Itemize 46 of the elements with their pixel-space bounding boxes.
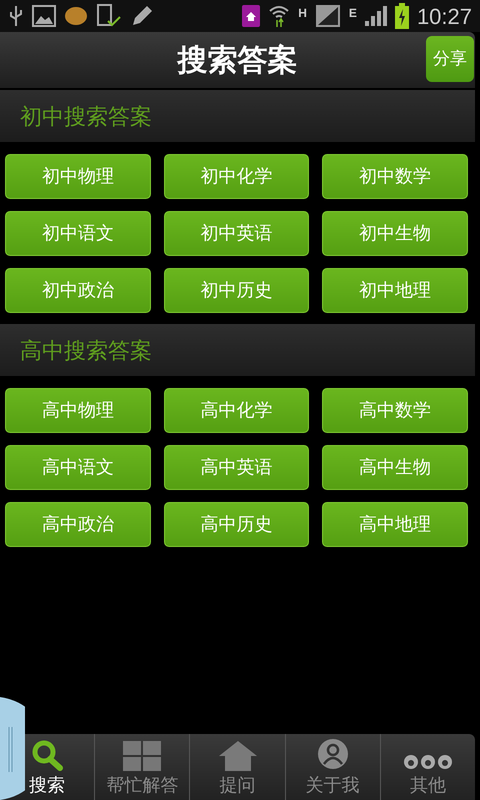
subject-button[interactable]: 高中物理 (5, 388, 151, 433)
nav-tab[interactable]: 关于我 (306, 738, 360, 796)
network-type: H (298, 5, 307, 22)
image-icon (32, 5, 56, 27)
subject-button[interactable]: 初中物理 (5, 154, 151, 199)
subject-button[interactable]: 初中化学 (164, 154, 310, 199)
grid-icon (122, 740, 162, 772)
subject-button[interactable]: 初中数学 (322, 154, 468, 199)
subject-button[interactable]: 初中语文 (5, 211, 151, 256)
home-app-icon (242, 5, 260, 27)
more-icon (402, 752, 453, 772)
drawer-handle-icon[interactable] (0, 697, 25, 800)
subject-button[interactable]: 高中语文 (5, 445, 151, 490)
battery-icon (394, 3, 409, 29)
subject-button[interactable]: 初中生物 (322, 211, 468, 256)
subject-button[interactable]: 初中历史 (164, 268, 310, 313)
subject-button[interactable]: 高中数学 (322, 388, 468, 433)
pencil-icon (130, 4, 154, 28)
person-icon (316, 738, 350, 772)
signal-icon (364, 6, 387, 26)
share-button[interactable]: 分享 (426, 36, 474, 82)
device-check-icon (96, 4, 122, 28)
search-icon (30, 738, 64, 772)
nav-tab[interactable]: 帮忙解答 (106, 740, 178, 796)
signal-box-icon (314, 4, 341, 28)
subject-button[interactable]: 初中英语 (164, 211, 310, 256)
usb-icon (8, 4, 24, 28)
section-title: 初中搜索答案 (20, 102, 152, 130)
clock-time: 10:27 (416, 2, 472, 30)
network-type: E (348, 5, 357, 22)
subject-button[interactable]: 高中化学 (164, 388, 310, 433)
subject-button[interactable]: 初中地理 (322, 268, 468, 313)
nav-tab[interactable]: 其他 (402, 752, 453, 796)
subject-button[interactable]: 高中地理 (322, 502, 468, 547)
subject-button[interactable]: 初中政治 (5, 268, 151, 313)
subject-button[interactable]: 高中生物 (322, 445, 468, 490)
subject-button[interactable]: 高中英语 (164, 445, 310, 490)
nav-tab[interactable]: 提问 (218, 740, 258, 796)
subject-button[interactable]: 高中政治 (5, 502, 151, 547)
wifi-icon (268, 4, 290, 28)
home-icon (218, 740, 258, 772)
section-title: 高中搜索答案 (20, 336, 152, 364)
circle-icon (64, 5, 88, 27)
page-title: 搜索答案 (178, 42, 298, 78)
nav-tab[interactable]: 搜索 (29, 738, 66, 796)
subject-button[interactable]: 高中历史 (164, 502, 310, 547)
